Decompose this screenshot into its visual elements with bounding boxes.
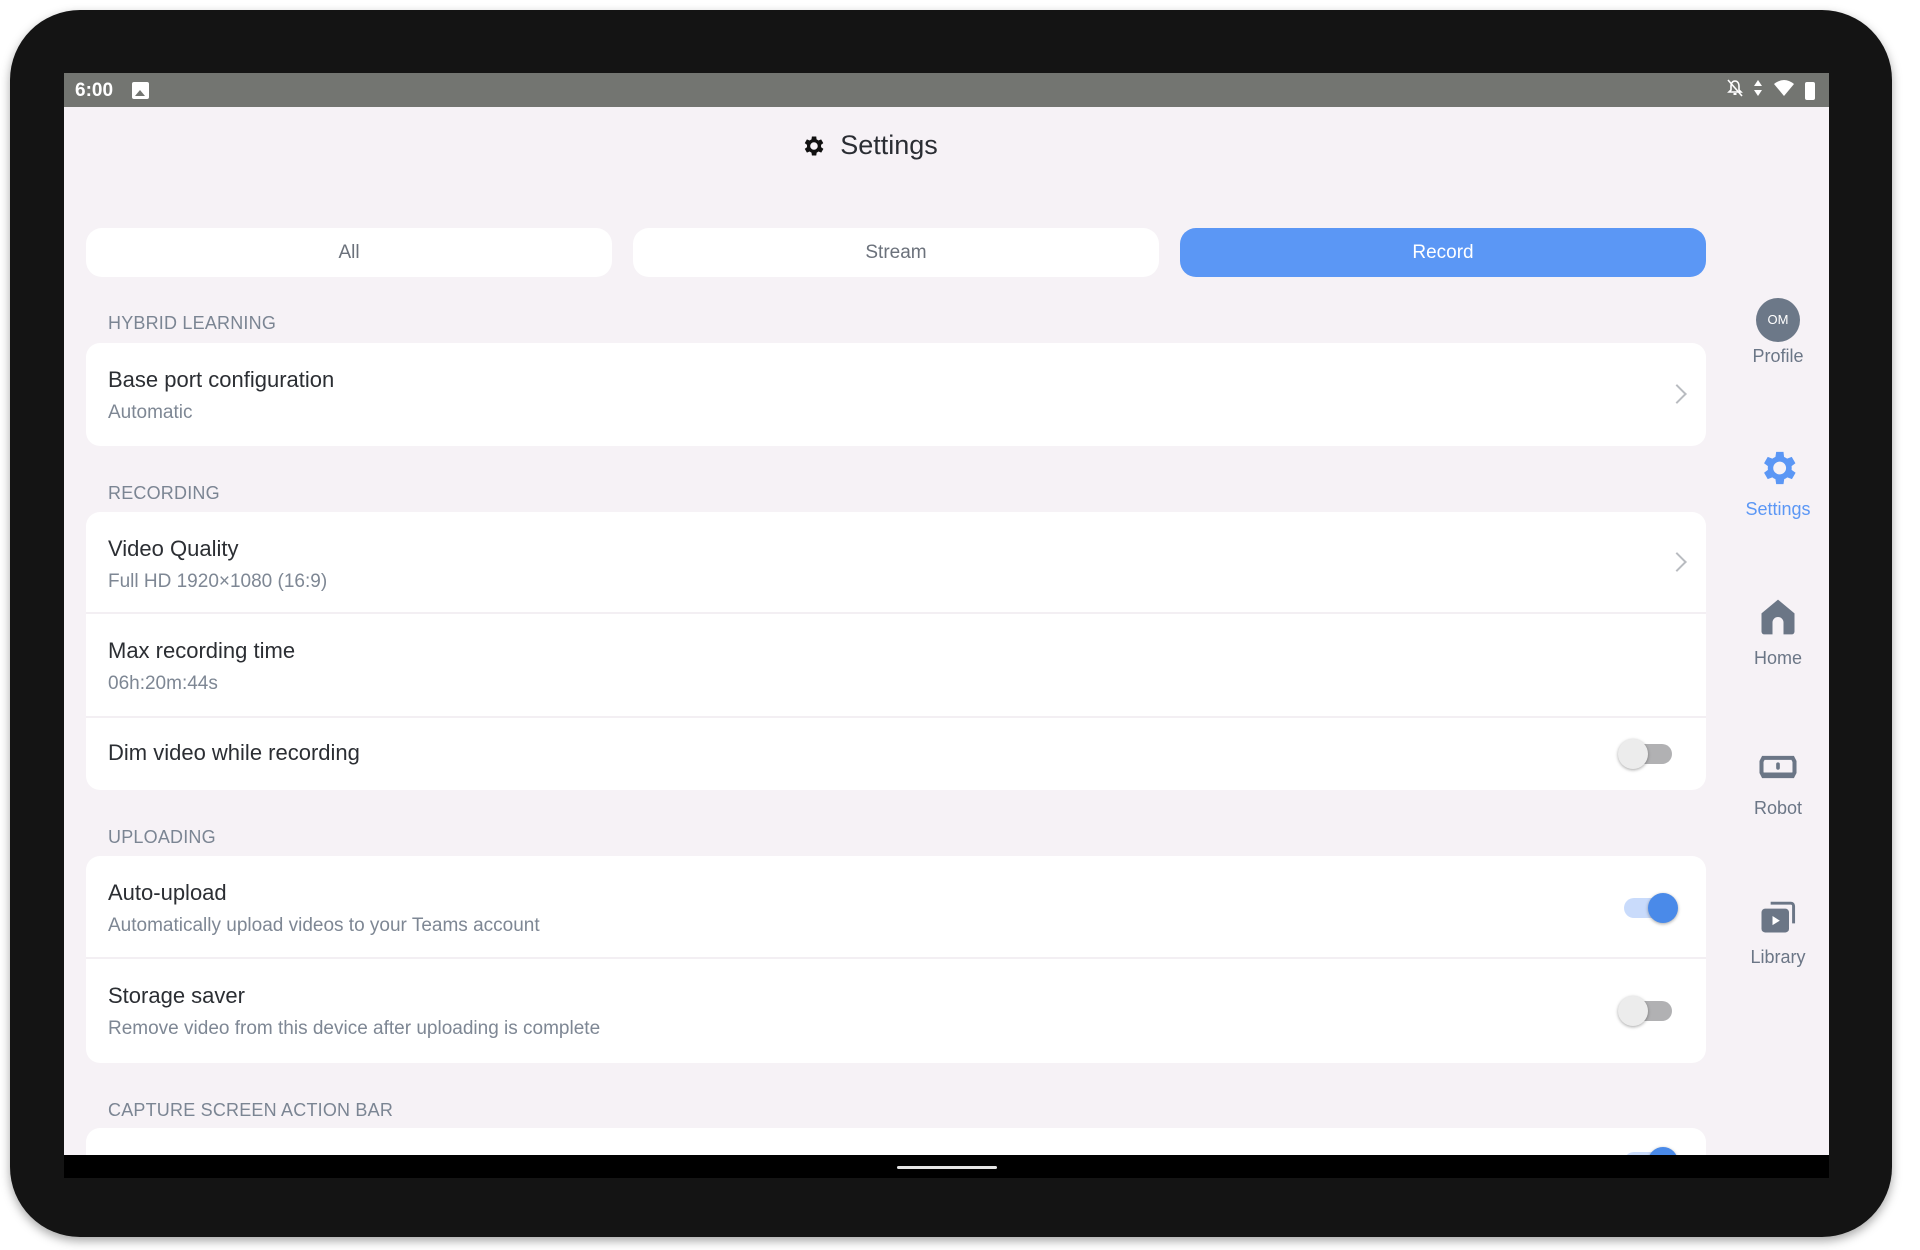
storage-saver-toggle[interactable] <box>1618 996 1672 1026</box>
notifications-off-icon <box>1727 79 1743 103</box>
setting-storage-saver[interactable]: Storage saver Remove video from this dev… <box>86 959 1706 1063</box>
nav-library[interactable]: Library <box>1728 894 1828 968</box>
card-hybrid-learning: Base port configuration Automatic <box>86 343 1706 446</box>
setting-base-port-configuration[interactable]: Base port configuration Automatic <box>86 343 1706 446</box>
tab-stream[interactable]: Stream <box>633 228 1159 277</box>
status-icons <box>1727 79 1815 103</box>
robot-icon <box>1759 755 1797 779</box>
setting-video-quality[interactable]: Video Quality Full HD 1920×1080 (16:9) <box>86 512 1706 614</box>
row-subtitle: Remove video from this device after uplo… <box>108 1018 601 1039</box>
section-label-uploading: UPLOADING <box>108 827 216 847</box>
nav-label: Home <box>1753 648 1802 668</box>
setting-dim-video-while-recording[interactable]: Dim video while recording <box>86 718 1706 790</box>
card-uploading: Auto-upload Automatically upload videos … <box>86 856 1706 1063</box>
gear-icon <box>804 135 824 156</box>
tab-all[interactable]: All <box>86 228 612 277</box>
page-title: Settings <box>840 130 938 160</box>
toggle-knob <box>1618 996 1648 1026</box>
toggle-knob <box>1618 739 1648 769</box>
section-label-hybrid-learning: HYBRID LEARNING <box>108 313 277 333</box>
wifi-icon <box>1773 79 1795 103</box>
nav-label: Profile <box>1752 346 1804 366</box>
image-icon <box>132 82 149 99</box>
home-icon <box>1761 599 1795 635</box>
toggle-knob <box>1648 893 1678 923</box>
library-icon <box>1761 901 1796 933</box>
device-screen: 6:00 Settings All Stream Record HYBRID L… <box>64 73 1829 1178</box>
status-bar: 6:00 <box>64 73 1829 107</box>
tab-record[interactable]: Record <box>1180 228 1706 277</box>
row-subtitle: Full HD 1920×1080 (16:9) <box>108 571 328 592</box>
gear-icon <box>1764 451 1796 485</box>
setting-auto-upload[interactable]: Auto-upload Automatically upload videos … <box>86 856 1706 959</box>
section-label-capture-screen-action-bar: CAPTURE SCREEN ACTION BAR <box>108 1100 394 1120</box>
row-subtitle: 06h:20m:44s <box>108 673 218 694</box>
chevron-right-icon <box>1667 552 1687 572</box>
dim-video-toggle[interactable] <box>1618 739 1672 769</box>
section-label-recording: RECORDING <box>108 483 220 503</box>
row-subtitle: Automatic <box>108 402 193 423</box>
nav-robot[interactable]: Robot <box>1728 745 1828 819</box>
card-recording: Video Quality Full HD 1920×1080 (16:9) M… <box>86 512 1706 790</box>
data-arrows-icon <box>1753 79 1763 103</box>
row-title: Base port configuration <box>108 367 335 392</box>
nav-label: Robot <box>1753 798 1803 818</box>
nav-settings[interactable]: Settings <box>1728 446 1828 520</box>
row-subtitle: Automatically upload videos to your Team… <box>108 915 540 936</box>
system-navigation-bar <box>64 1155 1829 1178</box>
avatar: OM <box>1756 298 1800 342</box>
row-title: Video Quality <box>108 536 239 561</box>
battery-icon <box>1805 82 1815 100</box>
row-title: Storage saver <box>108 983 245 1008</box>
nav-label: Library <box>1750 947 1806 967</box>
status-time: 6:00 <box>75 80 114 101</box>
nav-label: Settings <box>1745 499 1811 519</box>
row-title: Auto-upload <box>108 880 227 905</box>
row-title: Max recording time <box>108 638 296 663</box>
auto-upload-toggle[interactable] <box>1624 893 1678 923</box>
chevron-right-icon <box>1667 384 1687 404</box>
nav-profile[interactable]: OM Profile <box>1728 298 1828 367</box>
page-header: Settings <box>64 130 1829 164</box>
home-gesture-handle[interactable] <box>897 1166 997 1169</box>
nav-home[interactable]: Home <box>1728 595 1828 669</box>
row-title: Dim video while recording <box>108 740 360 765</box>
setting-max-recording-time: Max recording time 06h:20m:44s <box>86 614 1706 718</box>
